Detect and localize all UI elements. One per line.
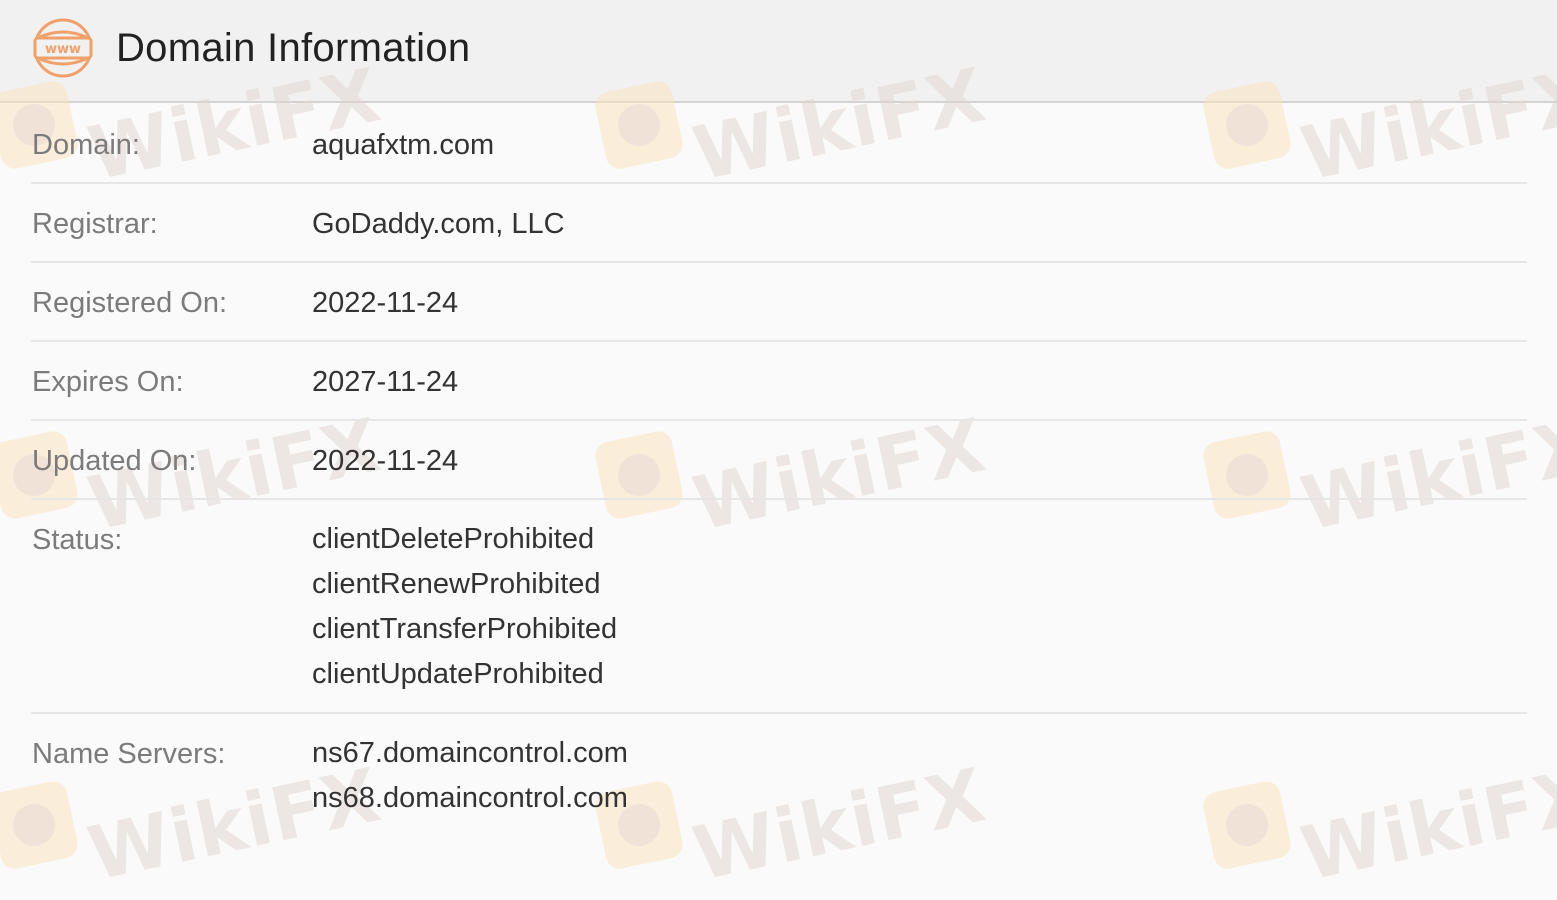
page-title: Domain Information bbox=[116, 26, 471, 70]
status-value: clientDeleteProhibited bbox=[312, 523, 595, 555]
updated-on-row: Updated On: 2022-11-24 bbox=[31, 421, 1527, 500]
section-header: www Domain Information bbox=[0, 0, 1557, 103]
name-server-value: ns68.domaincontrol.com bbox=[312, 782, 628, 814]
status-label: Status: bbox=[32, 524, 123, 556]
registrar-value: GoDaddy.com, LLC bbox=[312, 208, 565, 240]
name-servers-label: Name Servers: bbox=[32, 738, 226, 770]
registered-on-label: Registered On: bbox=[32, 287, 228, 319]
www-globe-icon: www bbox=[33, 18, 93, 78]
domain-label: Domain: bbox=[32, 129, 140, 161]
name-servers-row: Name Servers: ns67.domaincontrol.com ns6… bbox=[31, 714, 1527, 844]
expires-on-value: 2027-11-24 bbox=[312, 366, 459, 398]
expires-on-label: Expires On: bbox=[32, 366, 184, 398]
www-icon-text: www bbox=[45, 42, 81, 57]
registrar-row: Registrar: GoDaddy.com, LLC bbox=[31, 184, 1527, 263]
status-row: Status: clientDeleteProhibited clientRen… bbox=[31, 500, 1527, 714]
registered-on-value: 2022-11-24 bbox=[312, 287, 459, 319]
domain-value: aquafxtm.com bbox=[312, 129, 495, 161]
status-value: clientRenewProhibited bbox=[312, 568, 601, 600]
registered-on-row: Registered On: 2022-11-24 bbox=[31, 263, 1527, 342]
name-servers-values: ns67.domaincontrol.com ns68.domaincontro… bbox=[312, 731, 628, 821]
name-server-value: ns67.domaincontrol.com bbox=[312, 737, 628, 769]
domain-row: Domain: aquafxtm.com bbox=[31, 105, 1527, 184]
updated-on-label: Updated On: bbox=[32, 445, 197, 477]
status-values: clientDeleteProhibited clientRenewProhib… bbox=[312, 517, 617, 697]
updated-on-value: 2022-11-24 bbox=[312, 445, 459, 477]
status-value: clientUpdateProhibited bbox=[312, 658, 604, 690]
domain-info-table: Domain: aquafxtm.com Registrar: GoDaddy.… bbox=[31, 105, 1527, 844]
registrar-label: Registrar: bbox=[32, 208, 158, 240]
expires-on-row: Expires On: 2027-11-24 bbox=[31, 342, 1527, 421]
status-value: clientTransferProhibited bbox=[312, 613, 618, 645]
